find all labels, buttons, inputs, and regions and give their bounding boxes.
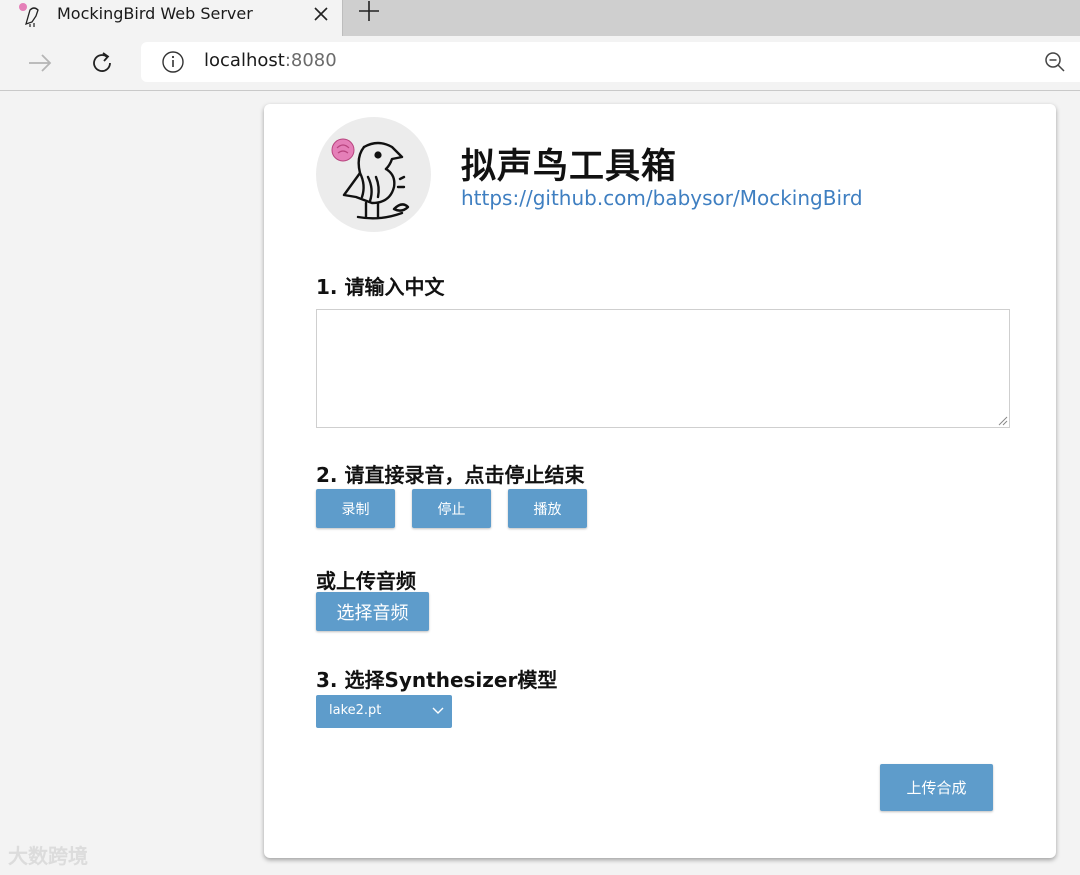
- info-icon[interactable]: [161, 50, 185, 74]
- watermark: 大数跨境: [8, 840, 88, 869]
- stop-button[interactable]: 停止: [412, 489, 491, 528]
- model-selected-value: lake2.pt: [329, 703, 382, 718]
- url-port: :8080: [284, 50, 337, 71]
- step2-label: 2. 请直接录音，点击停止结束: [316, 463, 585, 487]
- forward-arrow-icon[interactable]: [27, 50, 53, 76]
- new-tab-button[interactable]: [356, 0, 382, 26]
- url-host: localhost: [204, 50, 285, 71]
- github-link[interactable]: https://github.com/babysor/MockingBird: [461, 186, 863, 210]
- page-title: 拟声鸟工具箱: [461, 147, 678, 187]
- tab-strip: MockingBird Web Server: [0, 0, 1080, 36]
- refresh-icon[interactable]: [89, 50, 115, 76]
- model-select[interactable]: lake2.pt: [316, 695, 452, 728]
- play-button[interactable]: 播放: [508, 489, 587, 528]
- resize-grip-icon[interactable]: [996, 414, 1008, 426]
- record-button[interactable]: 录制: [316, 489, 395, 528]
- navigation-bar: localhost:8080: [0, 36, 1080, 91]
- plus-icon: [359, 1, 379, 21]
- chevron-down-icon: [432, 707, 444, 714]
- main-card: 拟声鸟工具箱 https://github.com/babysor/Mockin…: [264, 104, 1056, 858]
- submit-synthesize-button[interactable]: 上传合成: [880, 764, 993, 811]
- mockingbird-favicon-icon: [19, 3, 39, 27]
- zoom-icon[interactable]: [1043, 50, 1067, 74]
- step3-label: 3. 选择Synthesizer模型: [316, 668, 558, 692]
- logo: [316, 117, 431, 232]
- chinese-text-input[interactable]: [316, 309, 1010, 428]
- url-text[interactable]: localhost:8080: [204, 50, 337, 71]
- close-tab-button[interactable]: [310, 3, 332, 25]
- close-icon: [314, 7, 328, 21]
- choose-audio-button[interactable]: 选择音频: [316, 592, 429, 631]
- watermark-text: 大数跨境: [8, 844, 88, 868]
- address-bar[interactable]: localhost:8080: [141, 42, 1080, 82]
- upload-label: 或上传音频: [316, 569, 416, 593]
- browser-tab[interactable]: MockingBird Web Server: [0, 0, 343, 36]
- tab-title: MockingBird Web Server: [57, 4, 253, 23]
- mockingbird-logo-icon: [331, 138, 410, 220]
- step1-label: 1. 请输入中文: [316, 275, 445, 299]
